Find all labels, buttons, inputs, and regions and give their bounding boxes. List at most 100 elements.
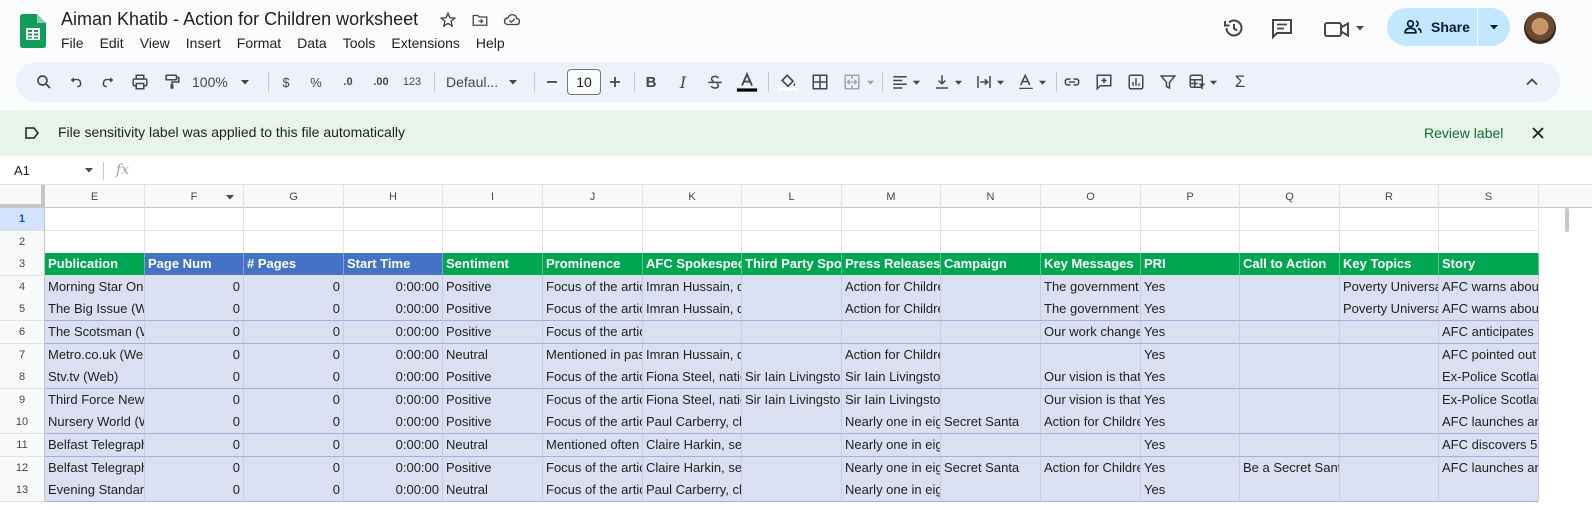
cell[interactable] (1439, 208, 1539, 231)
font-select[interactable]: Defaul... (446, 70, 526, 94)
cell[interactable] (842, 321, 941, 344)
cell[interactable]: Belfast Telegraph (45, 434, 145, 457)
cell[interactable] (742, 321, 842, 344)
cell[interactable]: Yes (1141, 389, 1240, 412)
cell[interactable] (543, 208, 643, 231)
cell[interactable]: Focus of the article (543, 479, 643, 502)
row-header[interactable]: 7 (0, 344, 45, 367)
cell[interactable]: Sir Iain Livingston (742, 366, 842, 389)
cell[interactable]: Focus of the article (543, 276, 643, 299)
column-header-n[interactable]: N (941, 185, 1041, 208)
cell[interactable] (1041, 479, 1141, 502)
cell[interactable]: Claire Harkin, se (643, 457, 742, 480)
cell[interactable] (1041, 434, 1141, 457)
column-header-e[interactable]: E (45, 185, 145, 208)
cell[interactable]: 0:00:00 (344, 344, 443, 367)
cell[interactable] (1340, 231, 1439, 254)
cell[interactable] (1240, 411, 1340, 434)
cell[interactable] (742, 276, 842, 299)
text-color-icon[interactable] (734, 70, 760, 94)
cell[interactable]: AFC warns about (1439, 298, 1539, 321)
collapse-menus-icon[interactable] (1520, 70, 1544, 94)
cell[interactable]: Yes (1141, 411, 1240, 434)
cell[interactable]: 0 (145, 366, 244, 389)
cell[interactable]: Poverty Universal (1340, 298, 1439, 321)
cell[interactable] (1240, 479, 1340, 502)
cell[interactable] (842, 208, 941, 231)
document-title[interactable]: Aiman Khatib - Action for Children works… (61, 9, 418, 30)
cell[interactable]: The government (1041, 276, 1141, 299)
cell[interactable]: 0 (145, 389, 244, 412)
cell[interactable]: 0 (244, 366, 344, 389)
menu-insert[interactable]: Insert (186, 35, 221, 51)
cell[interactable]: AFC discovers 50 (1439, 434, 1539, 457)
cell[interactable] (1240, 389, 1340, 412)
italic-button[interactable]: I (672, 70, 694, 94)
cell[interactable]: Positive (443, 389, 543, 412)
cell[interactable]: Imran Hussain, d (643, 344, 742, 367)
horizontal-align-icon[interactable] (888, 70, 924, 94)
cell[interactable]: Our work changes (1041, 321, 1141, 344)
share-button[interactable]: Share (1387, 8, 1510, 46)
cell[interactable]: Neutral (443, 344, 543, 367)
cell[interactable] (244, 208, 344, 231)
cell[interactable] (1240, 231, 1340, 254)
row-header[interactable]: 3 (0, 253, 45, 276)
cell[interactable]: 0 (244, 389, 344, 412)
bold-button[interactable]: B (640, 70, 662, 94)
cell[interactable]: Be a Secret Santa (1240, 457, 1340, 480)
cell[interactable]: AFC anticipates c (1439, 321, 1539, 344)
cell[interactable]: Claire Harkin, se (643, 434, 742, 457)
cell[interactable]: Start Time (344, 253, 443, 276)
undo-icon[interactable] (64, 70, 88, 94)
cell[interactable] (244, 231, 344, 254)
cell[interactable]: Paul Carberry, ch (643, 479, 742, 502)
cell[interactable] (543, 231, 643, 254)
row-header[interactable]: 4 (0, 276, 45, 299)
cell[interactable] (45, 208, 145, 231)
cell[interactable]: Focus of the article (543, 457, 643, 480)
cell[interactable] (1340, 434, 1439, 457)
cell[interactable]: Positive (443, 321, 543, 344)
cell[interactable]: 0 (145, 344, 244, 367)
cell[interactable] (742, 434, 842, 457)
cell[interactable]: AFC warns about (1439, 276, 1539, 299)
insert-comment-icon[interactable] (1092, 70, 1116, 94)
cell[interactable]: Imran Hussain, d (643, 276, 742, 299)
cell[interactable]: Page Num (145, 253, 244, 276)
column-header-o[interactable]: O (1041, 185, 1141, 208)
cell[interactable] (1240, 366, 1340, 389)
cell[interactable]: 0 (244, 344, 344, 367)
column-header-j[interactable]: J (543, 185, 643, 208)
cell[interactable] (941, 321, 1041, 344)
decrease-decimal-button[interactable]: .0 (336, 70, 360, 94)
menu-view[interactable]: View (140, 35, 170, 51)
cell[interactable]: 0 (145, 457, 244, 480)
cell[interactable]: Nearly one in eight (842, 434, 941, 457)
cell[interactable]: Our vision is that (1041, 389, 1141, 412)
review-label-link[interactable]: Review label (1424, 125, 1503, 141)
cell[interactable]: Sentiment (443, 253, 543, 276)
cell[interactable] (1340, 321, 1439, 344)
cell[interactable]: PRI (1141, 253, 1240, 276)
cell[interactable]: 0:00:00 (344, 276, 443, 299)
cell[interactable]: Action for Children (842, 276, 941, 299)
cell[interactable]: Prominence (543, 253, 643, 276)
cell[interactable]: Fiona Steel, natio (643, 389, 742, 412)
cell[interactable]: Belfast Telegraph (45, 457, 145, 480)
cell[interactable]: AFC launches an (1439, 411, 1539, 434)
cell[interactable]: 0 (145, 411, 244, 434)
cell[interactable] (941, 366, 1041, 389)
menu-file[interactable]: File (61, 35, 84, 51)
cell[interactable] (1141, 231, 1240, 254)
cell[interactable] (344, 208, 443, 231)
cell[interactable]: Yes (1141, 434, 1240, 457)
create-filter-icon[interactable] (1156, 70, 1180, 94)
cell[interactable]: Morning Star Online (45, 276, 145, 299)
column-header-i[interactable]: I (443, 185, 543, 208)
meet-icon[interactable] (1323, 17, 1351, 41)
cell[interactable]: Metro.co.uk (Web) (45, 344, 145, 367)
cell[interactable]: Paul Carberry, ch (643, 411, 742, 434)
cell[interactable]: Positive (443, 366, 543, 389)
cell[interactable]: Action for Children (842, 344, 941, 367)
